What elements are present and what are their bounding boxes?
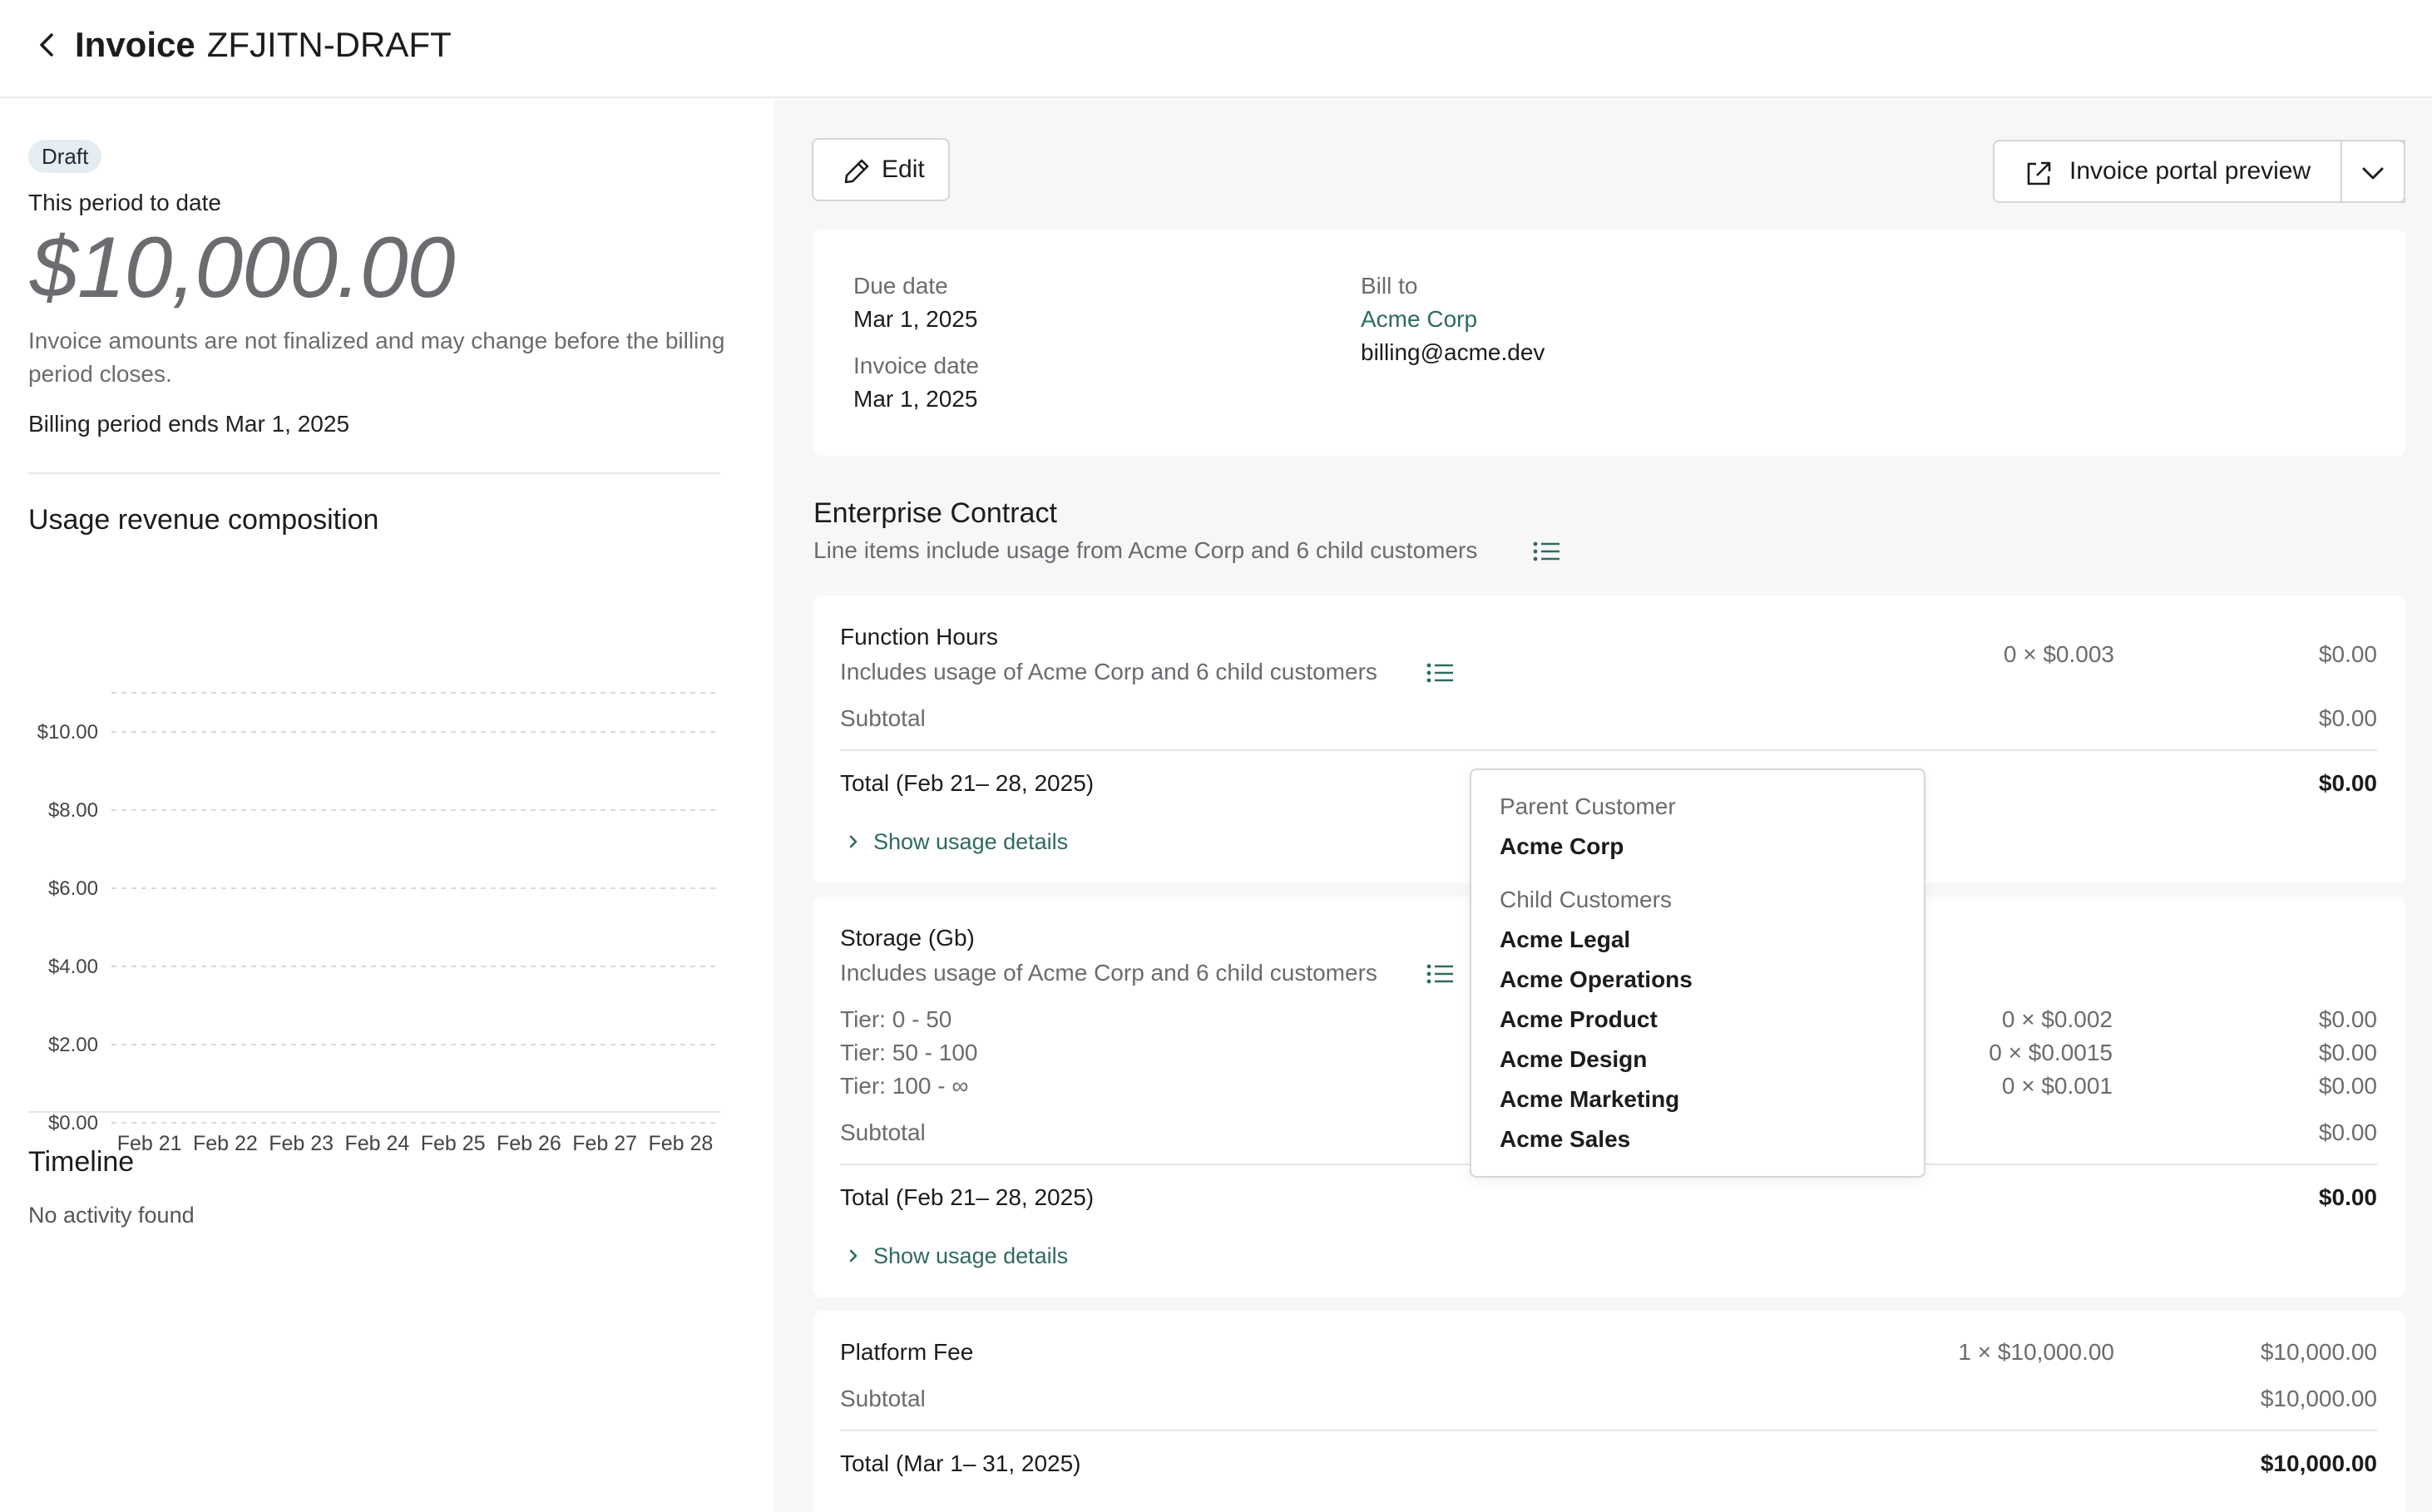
show-usage-details-link[interactable]: Show usage details — [873, 1243, 1068, 1269]
total-value: $10,000.00 — [2260, 1450, 2377, 1476]
line-item-includes: Includes usage of Acme Corp and 6 child … — [840, 960, 1377, 986]
edit-button[interactable]: Edit — [812, 138, 950, 201]
total-label: Total (Feb 21– 28, 2025) — [840, 770, 1095, 796]
y-tick-label: $0.00 — [48, 1112, 98, 1134]
invoice-details-card — [813, 230, 2405, 456]
line-item-name: Storage (Gb) — [840, 925, 975, 951]
parent-customer-item[interactable]: Acme Corp — [1500, 833, 1624, 860]
total-value: $0.00 — [2318, 1184, 2377, 1210]
customer-email: billing@acme.dev — [1361, 339, 1545, 365]
due-date-value: Mar 1, 2025 — [853, 306, 978, 332]
line-item-amount: $10,000.00 — [2260, 1339, 2377, 1365]
tier-amount: $0.00 — [2318, 1073, 2377, 1099]
show-usage-details-link[interactable]: Show usage details — [873, 829, 1068, 855]
edit-button-label: Edit — [882, 156, 925, 183]
top-bar: Invoice ZFJITN-DRAFT — [0, 0, 2432, 98]
page-title-label: Invoice — [75, 25, 195, 64]
x-tick-label: Feb 28 — [648, 1132, 713, 1155]
tier-amount: $0.00 — [2318, 1040, 2377, 1065]
tier-label: Tier: 0 - 50 — [840, 1006, 952, 1032]
period-label: This period to date — [28, 190, 221, 215]
child-customers-list-icon[interactable] — [1426, 660, 1456, 685]
subtotal-value: $0.00 — [2318, 705, 2377, 731]
x-tick-label: Feb 24 — [344, 1132, 409, 1155]
y-tick-label: $8.00 — [48, 799, 98, 822]
invoice-date-value: Mar 1, 2025 — [853, 386, 978, 412]
child-customers-list-icon[interactable] — [1532, 539, 1562, 564]
bill-to-label: Bill to — [1361, 273, 1418, 299]
pencil-icon — [844, 159, 869, 184]
contract-title: Enterprise Contract — [813, 497, 1057, 529]
child-customer-item[interactable]: Acme Sales — [1500, 1126, 1630, 1153]
chevron-right-icon[interactable] — [845, 1248, 862, 1264]
child-customers-popover: Parent Customer Acme Corp Child Customer… — [1470, 768, 1925, 1178]
usage-chart-title: Usage revenue composition — [28, 504, 379, 536]
y-tick-label: $6.00 — [48, 877, 98, 900]
y-tick-label: $10.00 — [37, 721, 98, 744]
invoice-portal-preview-label: Invoice portal preview — [2069, 157, 2311, 185]
due-date-label: Due date — [853, 273, 948, 299]
invoice-id: ZFJITN-DRAFT — [206, 25, 452, 64]
total-label: Total (Feb 21– 28, 2025) — [840, 1184, 1095, 1210]
x-tick-label: Feb 27 — [572, 1132, 637, 1155]
chevron-left-icon[interactable] — [30, 28, 63, 62]
child-customers-list-icon[interactable] — [1426, 961, 1456, 986]
y-tick-label: $2.00 — [48, 1034, 98, 1056]
child-customer-item[interactable]: Acme Legal — [1500, 926, 1630, 953]
x-tick-label: Feb 23 — [269, 1132, 334, 1155]
child-customer-item[interactable]: Acme Marketing — [1500, 1086, 1679, 1113]
summary-panel: Draft This period to date $10,000.00 Inv… — [0, 100, 774, 1512]
tier-amount: $0.00 — [2318, 1006, 2377, 1032]
subtotal-value: $0.00 — [2318, 1119, 2377, 1145]
chevron-right-icon[interactable] — [845, 833, 862, 850]
x-tick-label: Feb 25 — [421, 1132, 486, 1155]
billing-period-ends: Billing period ends Mar 1, 2025 — [28, 411, 350, 437]
subtotal-label: Subtotal — [840, 1386, 926, 1411]
timeline-title: Timeline — [28, 1146, 135, 1178]
line-item-quantity-price: 0 × $0.003 — [2003, 641, 2114, 667]
contract-subtitle: Line items include usage from Acme Corp … — [813, 537, 1478, 563]
period-amount: $10,000.00 — [30, 220, 456, 316]
tier-label: Tier: 50 - 100 — [840, 1040, 978, 1065]
page-title: Invoice ZFJITN-DRAFT — [75, 22, 452, 68]
chevron-down-icon — [2362, 167, 2384, 180]
usage-revenue-chart: $0.00$2.00$4.00$6.00$8.00$10.00Feb 21 Feb… — [37, 692, 719, 1155]
child-customers-heading: Child Customers — [1500, 887, 1672, 912]
x-tick-label: Feb 22 — [193, 1132, 258, 1155]
amount-note: Invoice amounts are not finalized and ma… — [28, 328, 725, 387]
child-customer-item[interactable]: Acme Product — [1500, 1006, 1658, 1033]
subtotal-value: $10,000.00 — [2260, 1386, 2377, 1411]
line-item-amount: $0.00 — [2318, 641, 2377, 667]
portal-preview-dropdown-button[interactable] — [2341, 140, 2405, 203]
timeline-empty-text: No activity found — [28, 1203, 195, 1228]
line-item-quantity-price: 1 × $10,000.00 — [1958, 1339, 2114, 1365]
tier-label: Tier: 100 - ∞ — [840, 1073, 969, 1099]
line-item-name: Platform Fee — [840, 1339, 974, 1365]
parent-customer-heading: Parent Customer — [1500, 793, 1676, 819]
total-label: Total (Mar 1– 31, 2025) — [840, 1450, 1081, 1476]
line-item-includes: Includes usage of Acme Corp and 6 child … — [840, 659, 1377, 684]
external-link-icon — [2027, 161, 2051, 185]
child-customer-item[interactable]: Acme Operations — [1500, 966, 1693, 993]
divider — [28, 1111, 720, 1113]
divider — [840, 1430, 2377, 1431]
divider — [28, 472, 720, 474]
total-value: $0.00 — [2318, 770, 2377, 796]
child-customer-item[interactable]: Acme Design — [1500, 1046, 1647, 1073]
line-item-name: Function Hours — [840, 624, 998, 650]
invoice-date-label: Invoice date — [853, 353, 979, 378]
y-tick-label: $4.00 — [48, 956, 98, 978]
subtotal-label: Subtotal — [840, 1119, 926, 1145]
subtotal-label: Subtotal — [840, 705, 926, 731]
x-tick-label: Feb 26 — [497, 1132, 561, 1155]
customer-link[interactable]: Acme Corp — [1361, 306, 1477, 333]
divider — [840, 749, 2377, 751]
status-badge: Draft — [28, 140, 102, 173]
